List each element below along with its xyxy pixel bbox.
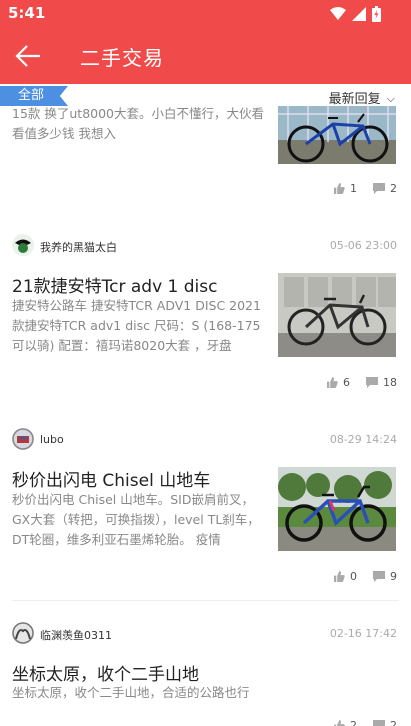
post-title[interactable]: 21款捷安特Tcr adv 1 disc — [12, 272, 272, 297]
filter-tag[interactable]: 全部 — [0, 86, 68, 106]
divider — [12, 600, 399, 601]
avatar[interactable] — [12, 428, 34, 450]
comment-count: 9 — [390, 570, 397, 583]
comment-button[interactable]: 9 — [373, 570, 397, 583]
post-thumbnail — [278, 273, 396, 357]
wifi-icon — [330, 7, 346, 20]
comment-icon — [366, 377, 378, 388]
post-stats: 6 18 — [327, 376, 397, 389]
comment-icon — [373, 183, 385, 194]
comment-icon — [373, 720, 385, 726]
post-stats: 2 2 — [334, 719, 397, 726]
like-count: 1 — [350, 182, 357, 195]
comment-count: 2 — [390, 719, 397, 726]
like-count: 6 — [343, 376, 350, 389]
post-date: 08-29 14:24 — [329, 433, 397, 446]
post-stats: 1 2 — [334, 182, 397, 195]
post-title[interactable]: 秒价出闪电 Chisel 山地车 — [12, 466, 272, 491]
post-excerpt: 坐标太原，收个二手山地，合适的公路也行 — [12, 685, 250, 700]
thumbs-up-icon — [334, 571, 345, 582]
post-title[interactable]: 坐标太原，收个二手山地 — [12, 660, 272, 685]
thumbs-up-icon — [327, 377, 338, 388]
post-author[interactable]: 我养的黑猫太白 — [40, 239, 117, 255]
post-date: 05-06 23:00 — [329, 239, 397, 252]
status-time: 5:41 — [8, 4, 46, 22]
list-item[interactable]: 临渊羡鱼0311 02-16 17:42 坐标太原，收个二手山地 坐标太原，收个… — [0, 621, 411, 726]
list-item[interactable]: 我养的黑猫太白 05-06 23:00 21款捷安特Tcr adv 1 disc… — [0, 232, 411, 402]
back-arrow-icon[interactable] — [14, 42, 42, 70]
signal-icon — [352, 7, 366, 21]
thumbs-up-icon — [334, 720, 345, 726]
avatar[interactable] — [12, 234, 34, 256]
like-button[interactable]: 6 — [327, 376, 350, 389]
thumbs-up-icon — [334, 183, 345, 194]
post-excerpt: 秒价出闪电 Chisel 山地车。SID嵌肩前叉，GX大套（转把，可换指拨），l… — [12, 492, 260, 547]
post-thumbnail — [278, 106, 396, 164]
post-stats: 0 9 — [334, 570, 397, 583]
sort-dropdown[interactable]: 最新回复 ⌵ — [329, 88, 395, 107]
post-date: 02-16 17:42 — [329, 627, 397, 640]
post-author[interactable]: 临渊羡鱼0311 — [40, 627, 112, 643]
post-author[interactable]: lubo — [40, 433, 64, 446]
post-thumbnail — [278, 467, 396, 551]
post-excerpt: 捷安特公路车 捷安特TCR ADV1 DISC 2021款捷安特TCR adv1… — [12, 298, 261, 353]
status-bar: 5:41 — [0, 0, 411, 28]
post-excerpt: 15款 换了ut8000大套。小白不懂行，大伙看看值多少钱 我想入 — [12, 106, 264, 141]
comment-icon — [373, 571, 385, 582]
comment-count: 18 — [383, 376, 397, 389]
chevron-down-icon: ⌵ — [386, 92, 395, 105]
sort-label: 最新回复 — [328, 92, 381, 107]
comment-button[interactable]: 2 — [373, 719, 397, 726]
like-button[interactable]: 2 — [334, 719, 357, 726]
comment-button[interactable]: 18 — [366, 376, 397, 389]
like-count: 0 — [350, 570, 357, 583]
app-bar: 二手交易 — [0, 28, 411, 84]
list-item[interactable]: lubo 08-29 14:24 秒价出闪电 Chisel 山地车 秒价出闪电 … — [0, 427, 411, 587]
like-button[interactable]: 0 — [334, 570, 357, 583]
like-button[interactable]: 1 — [334, 182, 357, 195]
post-list[interactable]: 全部 最新回复 ⌵ 15款 换了ut8000大套。小白不懂行，大伙看看值多少钱 我… — [0, 84, 411, 726]
comment-count: 2 — [390, 182, 397, 195]
page-title: 二手交易 — [80, 46, 164, 70]
battery-icon — [372, 6, 381, 22]
like-count: 2 — [350, 719, 357, 726]
avatar[interactable] — [12, 622, 34, 644]
status-icons — [330, 6, 381, 22]
comment-button[interactable]: 2 — [373, 182, 397, 195]
